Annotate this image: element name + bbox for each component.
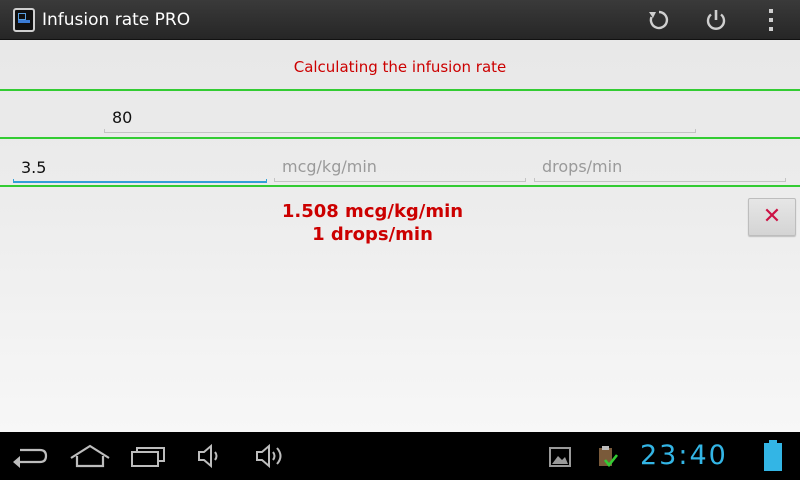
battery-icon bbox=[764, 440, 782, 471]
system-clock: 23:40 bbox=[640, 440, 728, 471]
volume-up-icon[interactable] bbox=[254, 442, 290, 470]
screen-header: Calculating the infusion rate bbox=[293, 58, 507, 76]
result-drops: 1 drops/min bbox=[312, 224, 433, 245]
dose-input[interactable] bbox=[13, 153, 267, 181]
close-icon: ✕ bbox=[762, 204, 782, 229]
drops-input[interactable] bbox=[534, 152, 786, 180]
weight-input[interactable] bbox=[104, 103, 696, 131]
system-nav-bar: 23:40 bbox=[0, 432, 800, 480]
divider bbox=[0, 89, 800, 91]
back-icon[interactable] bbox=[10, 442, 50, 470]
recent-apps-icon[interactable] bbox=[128, 442, 172, 470]
action-bar: Infusion rate PRO bbox=[0, 0, 800, 40]
divider bbox=[0, 185, 800, 187]
result-display: 1.508 mcg/kg/min 1 drops/min bbox=[0, 200, 745, 246]
result-rate: 1.508 mcg/kg/min bbox=[281, 201, 464, 222]
refresh-button[interactable] bbox=[645, 6, 673, 34]
refresh-icon bbox=[649, 10, 669, 30]
home-icon[interactable] bbox=[68, 442, 112, 470]
overflow-menu-button[interactable] bbox=[757, 6, 785, 34]
clear-button[interactable]: ✕ bbox=[748, 198, 796, 236]
rate-input[interactable] bbox=[274, 152, 526, 180]
app-title: Infusion rate PRO bbox=[42, 10, 191, 30]
drops-field[interactable] bbox=[534, 152, 786, 182]
volume-down-icon[interactable] bbox=[196, 442, 226, 470]
main-content: Calculating the infusion rate 1.508 mcg/… bbox=[0, 40, 800, 432]
power-icon bbox=[706, 10, 726, 30]
power-button[interactable] bbox=[702, 6, 730, 34]
weight-field[interactable] bbox=[104, 103, 696, 133]
clipboard-check-icon bbox=[599, 446, 619, 468]
gallery-icon bbox=[549, 447, 571, 467]
dose-field[interactable] bbox=[13, 153, 267, 183]
overflow-menu-icon bbox=[769, 9, 773, 31]
app-icon bbox=[13, 8, 35, 32]
divider bbox=[0, 137, 800, 139]
rate-field[interactable] bbox=[274, 152, 526, 182]
